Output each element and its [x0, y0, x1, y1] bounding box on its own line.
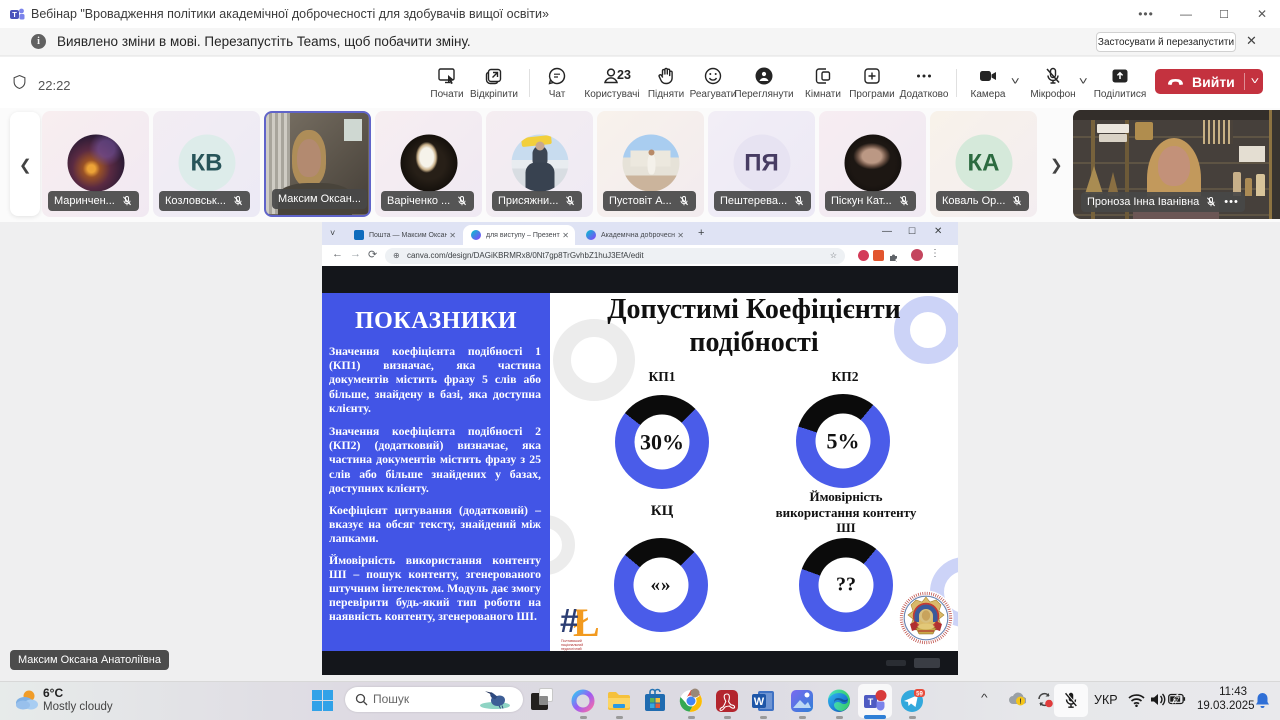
- svg-text:59: 59: [916, 692, 923, 698]
- svg-text:!: !: [1019, 699, 1021, 706]
- svg-text:T: T: [12, 10, 17, 19]
- svg-text:W: W: [754, 696, 765, 708]
- svg-text:T: T: [868, 697, 874, 707]
